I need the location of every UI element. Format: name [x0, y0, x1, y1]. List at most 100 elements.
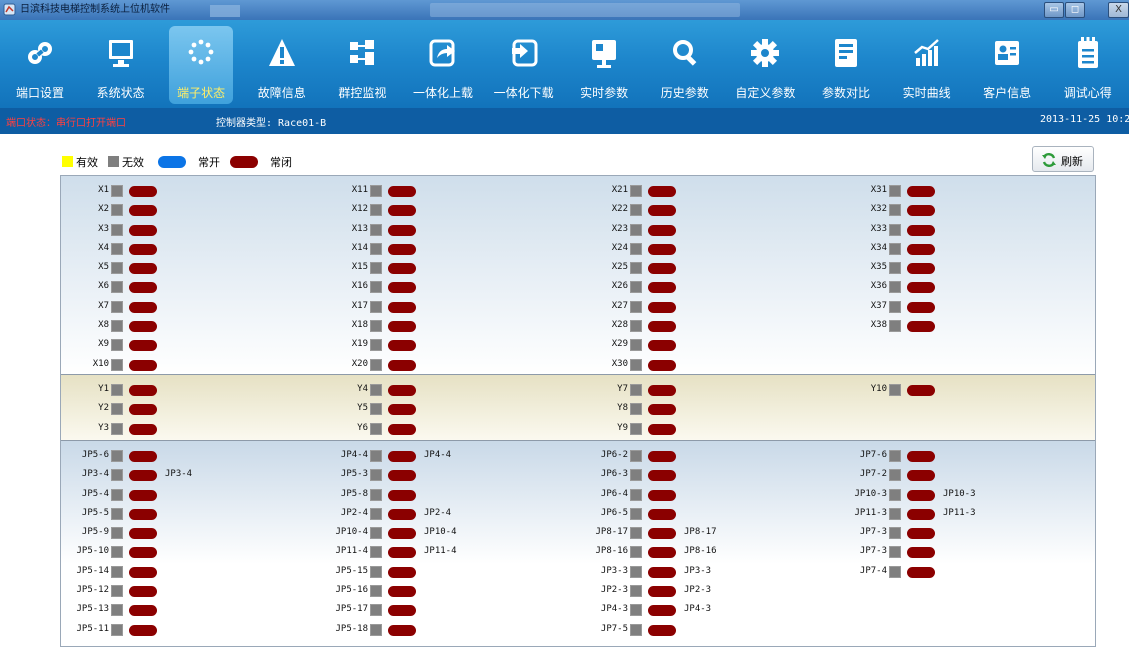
terminal-column: X1 X2 X3 X4 X5 X6 X7 X8 X9 X10 [61, 182, 261, 374]
terminal-state-indicator [889, 281, 901, 294]
toolbar-button-label: 实时曲线 [902, 86, 951, 100]
toolbar-button-6[interactable]: 一体化上载 [411, 26, 475, 104]
terminal-row: JP8-17 JP8-17 [580, 524, 780, 543]
toolbar-button-12[interactable]: 实时曲线 [895, 26, 959, 104]
terminal-label: JP3-3 [600, 565, 628, 576]
terminal-type-pill [907, 547, 935, 559]
terminal-state-indicator [630, 507, 642, 520]
toolbar-button-8[interactable]: 实时参数 [572, 26, 636, 104]
toolbar-button-9[interactable]: 历史参数 [653, 26, 717, 104]
toolbar-button-13[interactable]: 客户信息 [975, 26, 1039, 104]
toolbar-button-11[interactable]: 参数对比 [814, 26, 878, 104]
terminal-state-indicator [370, 358, 382, 371]
toolbar-button-3[interactable]: 端子状态 [169, 26, 234, 104]
terminal-type-pill [388, 624, 416, 636]
terminal-state-indicator [630, 281, 642, 294]
toolbar-button-label: 客户信息 [983, 86, 1032, 100]
refresh-button[interactable]: 刷新 [1032, 146, 1094, 172]
terminal-row: Y8 [580, 400, 780, 419]
terminal-label: JP7-3 [859, 546, 887, 557]
terminal-row: JP5-3 [320, 466, 520, 485]
terminal-state-indicator [630, 450, 642, 462]
upload-icon [429, 36, 457, 70]
terminal-label: X9 [98, 339, 109, 350]
toolbar-button-5[interactable]: 群控监视 [330, 26, 394, 104]
minimize-button[interactable]: ▭ [1044, 2, 1064, 18]
terminal-row: X25 [580, 259, 780, 278]
terminal-row: X30 [580, 356, 780, 374]
terminal-row: JP5-13 [61, 601, 261, 620]
terminal-state-indicator [630, 565, 642, 578]
maximize-button[interactable]: ◻ [1065, 2, 1085, 18]
terminal-row: JP8-16 JP8-16 [580, 543, 780, 562]
toolbar-button-1[interactable]: 端口设置 [8, 26, 72, 104]
terminal-row: JP7-5 [580, 621, 780, 640]
terminal-row: JP3-3 JP3-3 [580, 563, 780, 582]
terminal-state-indicator [111, 623, 123, 636]
terminal-state-indicator [111, 546, 123, 559]
terminal-state-indicator [370, 507, 382, 520]
terminal-type-pill [388, 586, 416, 598]
terminal-type-pill [648, 528, 676, 540]
terminal-label: Y7 [617, 384, 628, 394]
toolbar-button-2[interactable]: 系统状态 [89, 26, 153, 104]
terminal-row: X16 [320, 278, 520, 297]
terminal-state-indicator [370, 242, 382, 255]
terminal-state-indicator [111, 204, 123, 217]
terminal-type-pill [388, 224, 416, 236]
terminal-state-indicator [630, 585, 642, 598]
terminal-row: JP4-3 JP4-3 [580, 601, 780, 620]
search-icon [671, 36, 699, 70]
terminal-type-pill [648, 359, 676, 371]
terminal-type-pill [648, 547, 676, 559]
terminal-type-pill [129, 508, 157, 520]
terminal-state-indicator [370, 320, 382, 333]
terminal-extra-label: JP3-4 [165, 469, 193, 480]
terminal-state-indicator [370, 384, 382, 396]
terminal-label: X38 [870, 320, 887, 331]
terminal-label: JP5-9 [81, 527, 109, 538]
terminal-label: JP6-5 [600, 507, 628, 518]
toolbar-button-14[interactable]: 调试心得 [1056, 26, 1120, 104]
terminal-state-indicator [370, 623, 382, 636]
toolbar-button-10[interactable]: 自定义参数 [733, 26, 797, 104]
terminal-row: X14 [320, 240, 520, 259]
terminal-label: Y2 [98, 403, 109, 414]
terminal-state-indicator [370, 262, 382, 275]
terminal-type-pill [129, 528, 157, 540]
terminal-type-pill [907, 489, 935, 501]
terminal-row: X12 [320, 201, 520, 220]
terminal-type-pill [129, 489, 157, 501]
terminal-row: X35 [839, 259, 1039, 278]
valid-swatch-icon [62, 156, 73, 167]
terminal-type-pill [388, 605, 416, 617]
terminal-label: X21 [611, 185, 628, 195]
terminal-extra-label: JP8-17 [684, 527, 717, 538]
terminal-state-indicator [630, 339, 642, 352]
terminal-type-pill [648, 321, 676, 333]
terminal-state-indicator [370, 469, 382, 482]
close-button[interactable]: X [1108, 2, 1129, 18]
terminal-label: JP10-3 [854, 488, 887, 499]
terminal-column: Y1 Y2 Y3 [61, 381, 261, 439]
terminal-state-indicator [370, 223, 382, 236]
normally-open-pill-icon [158, 156, 186, 168]
terminal-type-pill [388, 205, 416, 217]
terminal-row: JP10-3 JP10-3 [839, 486, 1039, 505]
legend-normally-open: 常开 [158, 154, 220, 170]
terminal-state-indicator [111, 242, 123, 255]
terminal-type-pill [648, 385, 676, 396]
terminal-label: JP5-10 [76, 546, 109, 557]
terminal-row: X2 [61, 201, 261, 220]
terminal-label: X33 [870, 223, 887, 234]
toolbar-button-4[interactable]: 故障信息 [250, 26, 314, 104]
terminal-row: JP10-4 JP10-4 [320, 524, 520, 543]
terminal-state-indicator [889, 320, 901, 333]
terminal-row: JP6-4 [580, 486, 780, 505]
terminal-column: X31 X32 X33 X34 X35 X36 X37 X38 [839, 182, 1039, 336]
terminal-label: X5 [98, 262, 109, 273]
terminal-state-indicator [889, 300, 901, 313]
legend-valid-label: 有效 [76, 156, 98, 169]
toolbar-button-7[interactable]: 一体化下载 [492, 26, 556, 104]
terminal-label: JP5-12 [76, 585, 109, 596]
